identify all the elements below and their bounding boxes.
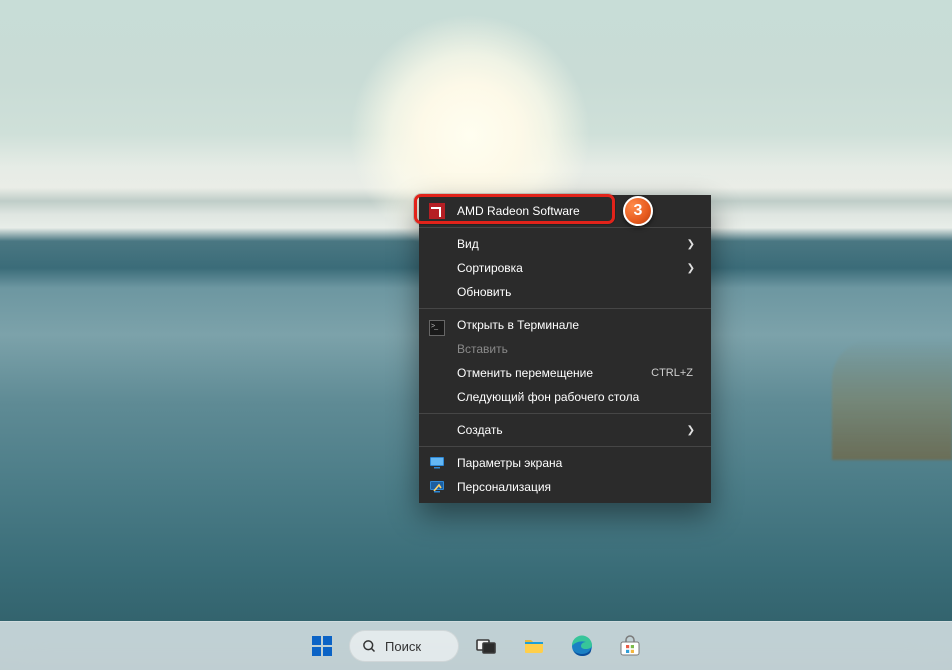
menu-item-label: Вид [457,237,687,251]
windows-logo-icon [310,634,334,658]
task-view-icon [474,634,498,658]
chevron-right-icon: ❯ [687,239,697,250]
menu-item-undo[interactable]: Отменить перемещениеCTRL+Z [419,361,711,385]
menu-separator [419,227,711,228]
menu-separator [419,413,711,414]
menu-item-label: Обновить [457,285,697,299]
taskbar-search[interactable]: Поиск [349,630,459,662]
edge-button[interactable] [561,625,603,667]
chevron-right-icon: ❯ [687,263,697,274]
wallpaper-grass [832,340,952,460]
menu-item-personalize[interactable]: Персонализация [419,475,711,499]
menu-item-label: Параметры экрана [457,456,697,470]
terminal-icon [429,320,445,336]
menu-item-paste: Вставить [419,337,711,361]
menu-item-label: Сортировка [457,261,687,275]
task-view-button[interactable] [465,625,507,667]
menu-item-label: Создать [457,423,687,437]
menu-item-label: Открыть в Терминале [457,318,697,332]
menu-item-view[interactable]: Вид❯ [419,232,711,256]
amd-logo-icon [429,203,445,219]
search-icon [362,639,377,654]
menu-item-label: Отменить перемещение [457,366,651,380]
personalization-icon [429,479,445,495]
menu-item-label: Вставить [457,342,697,356]
edge-icon [570,634,594,658]
taskbar: Поиск [0,621,952,670]
store-button[interactable] [609,625,651,667]
menu-item-display[interactable]: Параметры экрана [419,451,711,475]
menu-item-refresh[interactable]: Обновить [419,280,711,304]
menu-item-label: AMD Radeon Software [457,204,697,218]
menu-item-terminal[interactable]: Открыть в Терминале [419,313,711,337]
menu-separator [419,446,711,447]
search-label: Поиск [385,639,421,654]
start-button[interactable] [301,625,343,667]
file-explorer-button[interactable] [513,625,555,667]
menu-separator [419,308,711,309]
store-icon [618,634,642,658]
chevron-right-icon: ❯ [687,425,697,436]
menu-item-create[interactable]: Создать❯ [419,418,711,442]
menu-item-sort[interactable]: Сортировка❯ [419,256,711,280]
desktop-context-menu: AMD Radeon Software3Вид❯Сортировка❯Обнов… [419,195,711,503]
menu-item-amd[interactable]: AMD Radeon Software3 [419,199,711,223]
folder-icon [522,634,546,658]
menu-item-label: Следующий фон рабочего стола [457,390,697,404]
display-settings-icon [429,455,445,471]
menu-item-shortcut: CTRL+Z [651,367,697,379]
menu-item-nextbg[interactable]: Следующий фон рабочего стола [419,385,711,409]
menu-item-label: Персонализация [457,480,697,494]
